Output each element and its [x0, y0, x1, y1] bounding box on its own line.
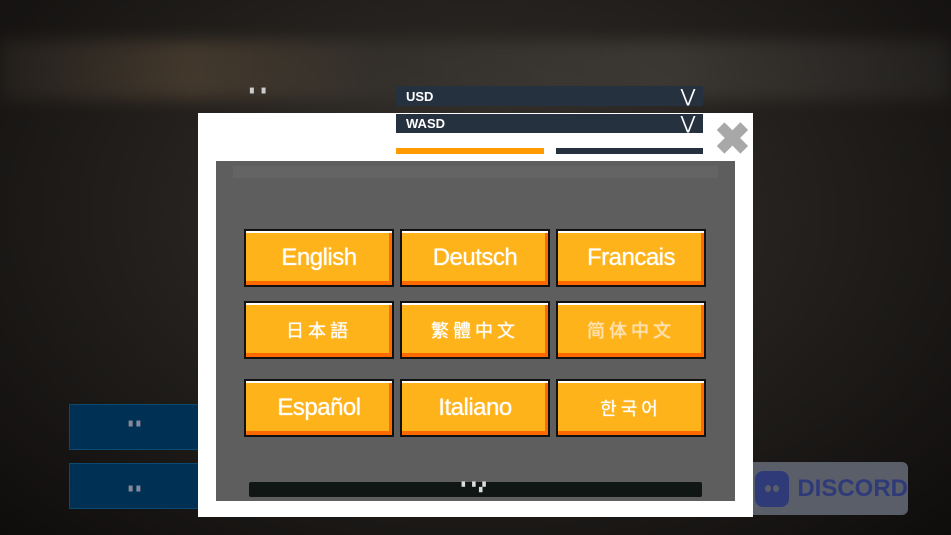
language-button-japanese[interactable]: 日本語 [244, 301, 394, 359]
currency-dropdown[interactable]: USD ⋁ [396, 86, 703, 106]
side-button-label: ▘▘ [128, 421, 145, 433]
language-button-francais[interactable]: Francais [556, 229, 706, 287]
tab-active[interactable] [396, 148, 544, 154]
tab-inactive[interactable] [556, 148, 703, 154]
chevron-down-icon: ⋁ [680, 85, 696, 106]
discord-icon [755, 470, 790, 507]
panel-header [233, 166, 718, 178]
discord-button[interactable]: DISCORD [745, 462, 908, 515]
controls-value: WASD [406, 116, 445, 131]
language-button-espanol[interactable]: Español [244, 379, 394, 437]
side-button-label: ▖▖ [128, 480, 145, 492]
close-icon[interactable]: ✖ [714, 118, 751, 162]
side-button-2[interactable]: ▖▖ [69, 463, 204, 509]
language-button-english[interactable]: English [244, 229, 394, 287]
chevron-down-icon: ⋁ [680, 113, 696, 133]
footer-bar: ▘▝▗▘ [249, 482, 702, 497]
side-button-1[interactable]: ▘▘ [69, 404, 204, 450]
discord-label: DISCORD [797, 474, 908, 502]
language-button-italiano[interactable]: Italiano [400, 379, 550, 437]
language-button-traditional-chinese[interactable]: 繁體中文 [400, 301, 550, 359]
language-button-simplified-chinese[interactable]: 简体中文 [556, 301, 706, 359]
setting-label: ▘▝ [250, 89, 266, 100]
language-button-korean[interactable]: 한국어 [556, 379, 706, 437]
controls-dropdown[interactable]: WASD ⋁ [396, 113, 703, 133]
footer-text: ▘▝▗▘ [461, 482, 490, 492]
currency-value: USD [406, 88, 434, 104]
language-button-deutsch[interactable]: Deutsch [400, 229, 550, 287]
